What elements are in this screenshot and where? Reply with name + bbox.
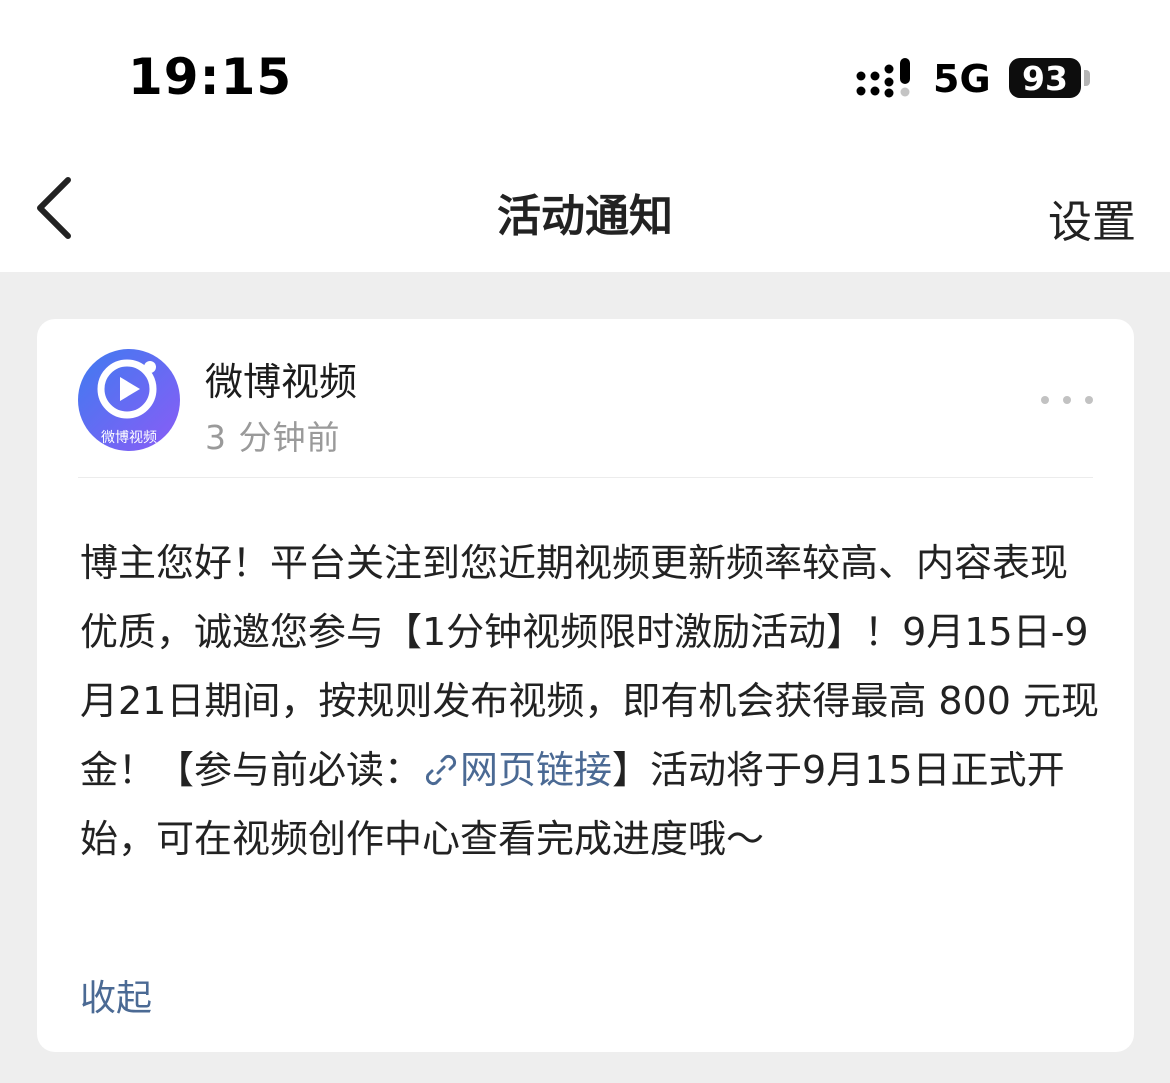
collapse-button[interactable]: 收起 (80, 969, 152, 1021)
chevron-left-icon[interactable] (28, 170, 82, 246)
signal-strength-icon (856, 58, 910, 98)
header-area: 19:15 5G 93 活动通知 设置 (0, 0, 1170, 272)
link-icon (425, 754, 457, 786)
web-link-text[interactable]: 网页链接 (460, 748, 612, 792)
battery-indicator: 93 (1009, 58, 1081, 98)
battery-level: 93 (1022, 58, 1068, 98)
divider (78, 477, 1093, 478)
web-link[interactable]: 网页链接 (422, 748, 612, 792)
message-body: 博主您好！平台关注到您近期视频更新频率较高、内容表现优质，诚邀您参与【1分钟视频… (80, 529, 1100, 874)
avatar-caption: 微博视频 (101, 429, 157, 446)
status-time: 19:15 (128, 48, 293, 106)
network-type: 5G (933, 57, 991, 101)
sender-name[interactable]: 微博视频 (205, 351, 357, 406)
page-title: 活动通知 (497, 191, 673, 242)
timestamp: 3 分钟前 (205, 418, 341, 457)
notification-card: 微博视频 微博视频 3 分钟前 博主您好！平台关注到您近期视频更新频率较高、内容… (37, 319, 1134, 1052)
avatar[interactable]: 微博视频 (78, 349, 180, 451)
battery-cap (1084, 70, 1090, 86)
settings-button[interactable]: 设置 (1048, 186, 1136, 250)
more-horizontal-icon[interactable] (1040, 395, 1094, 405)
